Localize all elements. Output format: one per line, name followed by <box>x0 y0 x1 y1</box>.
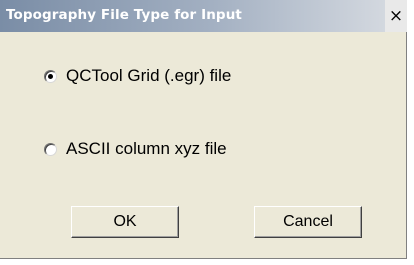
ok-button[interactable]: OK <box>71 206 179 238</box>
radio-option-ascii-xyz[interactable]: ASCII column xyz file <box>44 138 227 160</box>
close-button[interactable]: × <box>385 0 407 32</box>
radio-dot <box>48 73 53 79</box>
dialog-title: Topography File Type for Input <box>6 7 242 23</box>
cancel-button[interactable]: Cancel <box>254 206 362 238</box>
radio-label-qctool-grid[interactable]: QCTool Grid (.egr) file <box>66 66 231 86</box>
close-icon: × <box>388 5 404 26</box>
radio-option-qctool-grid[interactable]: QCTool Grid (.egr) file <box>44 65 231 87</box>
radio-button-unchecked-icon[interactable] <box>44 142 57 156</box>
radio-label-ascii-xyz[interactable]: ASCII column xyz file <box>66 139 227 159</box>
title-bar[interactable]: Topography File Type for Input <box>0 0 385 32</box>
dialog-window: Topography File Type for Input × QCTool … <box>0 0 407 259</box>
radio-button-checked-icon[interactable] <box>44 69 57 83</box>
